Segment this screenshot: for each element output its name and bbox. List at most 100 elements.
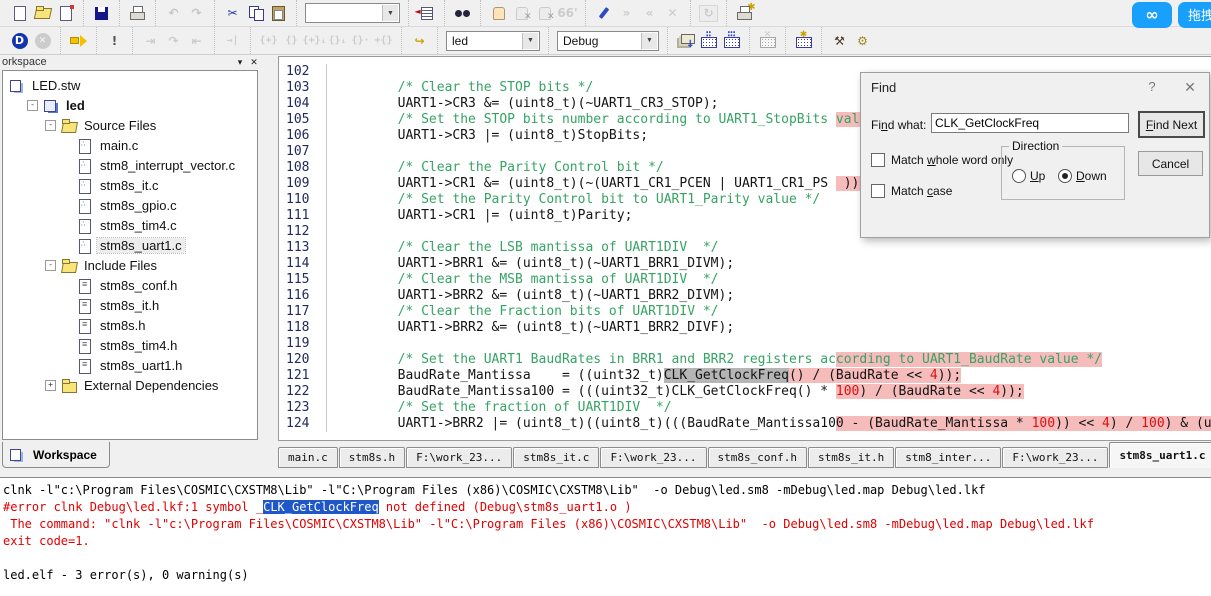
editor-tab-stm8-inter-[interactable]: stm8_inter... — [895, 447, 1002, 468]
code-line[interactable]: 115 /* Clear the MSB mantissa of UART1DI… — [279, 272, 1211, 288]
code-line[interactable]: 118 UART1->BRR2 &= (uint8_t)(~UART1_BRR2… — [279, 320, 1211, 336]
goto-line-icon[interactable] — [415, 3, 438, 24]
find-what-input[interactable] — [931, 113, 1129, 133]
compile-icon — [677, 33, 694, 50]
toolbar-group: ∶∶∶∶∶ — [667, 27, 746, 54]
tree-item-stm8-interrupt-vector-c[interactable]: stm8_interrupt_vector.c — [3, 155, 257, 175]
workspace-tab[interactable]: Workspace — [2, 442, 110, 468]
chevron-down-icon[interactable]: ▼ — [382, 5, 398, 21]
build-output-panel[interactable]: clnk -l"c:\Program Files\COSMIC\CXSTM8\L… — [0, 477, 1211, 596]
save-icon — [93, 5, 111, 21]
collapse-expander-icon[interactable]: - — [45, 259, 56, 271]
tree-item-stm8s-it-h[interactable]: stm8s_it.h — [3, 295, 257, 315]
code-line[interactable]: 123 /* Set the fraction of UART1DIV */ — [279, 400, 1211, 416]
editor-tab-stm8s-it-h[interactable]: stm8s_it.h — [808, 447, 895, 468]
code-line[interactable]: 121 BaudRate_Mantissa = ((uint32_t)CLK_G… — [279, 368, 1211, 384]
tree-item-stm8s-tim4-h[interactable]: stm8s_tim4.h — [3, 335, 257, 355]
save-icon[interactable] — [90, 3, 113, 24]
editor-tab-f-work-23-[interactable]: F:\work_23... — [406, 447, 513, 468]
open-file-icon[interactable] — [31, 3, 54, 24]
copy-icon[interactable] — [244, 3, 267, 24]
tree-item-stm8s-uart1-h[interactable]: stm8s_uart1.h — [3, 355, 257, 375]
help-icon[interactable]: ? — [1143, 79, 1161, 94]
editor-tab-stm8s-uart1-c[interactable]: stm8s_uart1.c — [1109, 442, 1211, 468]
new-file-icon — [11, 5, 29, 21]
tree-item-stm8s-it-c[interactable]: stm8s_it.c — [3, 175, 257, 195]
open-file-icon — [34, 5, 52, 21]
line-number: 108 — [286, 160, 310, 175]
restart-icon[interactable]: ! — [103, 30, 126, 51]
direction-down-option[interactable]: Down — [1058, 169, 1107, 183]
code-text: /* Clear the LSB mantissa of UART1DIV */ — [335, 240, 719, 255]
print-setup-icon[interactable]: ✱ — [733, 3, 756, 24]
tree-item-stm8s-tim4-c[interactable]: stm8s_tim4.c — [3, 215, 257, 235]
code-line[interactable]: 119 — [279, 336, 1211, 352]
match-case-checkbox[interactable] — [871, 184, 885, 198]
tree-item-stm8s-uart1-c[interactable]: stm8s_uart1.c — [3, 235, 257, 255]
link-icon[interactable]: ∞ — [1132, 1, 1172, 28]
build-icon[interactable]: ∶∶ — [697, 30, 720, 51]
editor-tab-main-c[interactable]: main.c — [278, 447, 338, 468]
project-target-combobox[interactable]: led ▼ — [446, 30, 540, 51]
rebuild-all-icon[interactable]: ∶∶∶ — [720, 30, 743, 51]
goto-pc-icon[interactable]: ↪ — [408, 30, 431, 51]
panel-menu-icon[interactable]: ▾ — [233, 57, 247, 68]
cut-icon[interactable]: ✂ — [221, 3, 244, 24]
chevron-down-icon[interactable]: ▼ — [641, 32, 657, 49]
chevron-down-icon[interactable]: ▼ — [522, 32, 538, 49]
direction-up-option[interactable]: Up — [1012, 169, 1045, 183]
code-line[interactable]: 116 UART1->BRR2 &= (uint8_t)(~UART1_BRR2… — [279, 288, 1211, 304]
continue-icon[interactable] — [67, 30, 90, 51]
find-combobox[interactable]: ▼ — [305, 3, 400, 23]
mcu-configuration-icon[interactable]: ⚙ — [851, 30, 874, 51]
editor-tab-f-work-23-[interactable]: F:\work_23... — [600, 447, 707, 468]
build-config-combobox[interactable]: Debug ▼ — [557, 30, 659, 51]
code-line[interactable]: 113 /* Clear the LSB mantissa of UART1DI… — [279, 240, 1211, 256]
debug-instrument-icon[interactable]: ⚒ — [828, 30, 851, 51]
editor-tab-f-work-23-[interactable]: F:\work_23... — [1002, 447, 1109, 468]
code-line[interactable]: 117 /* Clear the Fraction bits of UART1D… — [279, 304, 1211, 320]
code-line[interactable]: 124 UART1->BRR2 |= (uint8_t)((uint8_t)((… — [279, 416, 1211, 432]
paste-icon[interactable] — [267, 3, 290, 24]
close-icon[interactable]: ✕ — [1181, 79, 1199, 96]
browse-info-icon[interactable] — [487, 3, 510, 24]
match-whole-word-checkbox[interactable] — [871, 153, 885, 167]
print-icon[interactable] — [126, 3, 149, 24]
match-whole-word-option[interactable]: Match whole word only — [871, 153, 1013, 167]
tree-item-stm8s-h[interactable]: stm8s.h — [3, 315, 257, 335]
editor-tab-stm8s-h[interactable]: stm8s.h — [338, 447, 406, 468]
collapse-expander-icon[interactable]: - — [27, 99, 38, 111]
toggle-bookmark-icon[interactable] — [592, 3, 615, 24]
panel-close-icon[interactable]: ✕ — [247, 57, 261, 68]
compile-icon[interactable] — [674, 30, 697, 51]
direction-down-radio[interactable] — [1058, 169, 1072, 183]
editor-tab-stm8s-conf-h[interactable]: stm8s_conf.h — [707, 447, 808, 468]
code-line[interactable]: 122 BaudRate_Mantissa100 = (((uint32_t)C… — [279, 384, 1211, 400]
direction-up-radio[interactable] — [1012, 169, 1026, 183]
editor-tab-stm8s-it-c[interactable]: stm8s_it.c — [513, 447, 600, 468]
expand-expander-icon[interactable]: + — [45, 379, 56, 391]
tree-item-include-files[interactable]: - Include Files — [3, 255, 257, 275]
tree-item-led[interactable]: - led — [3, 95, 257, 115]
toolbar-group: ▼ — [296, 0, 405, 26]
code-line[interactable]: 120 /* Set the UART1 BaudRates in BRR1 a… — [279, 352, 1211, 368]
save-workspace-icon[interactable] — [54, 3, 77, 24]
tree-item-main-c[interactable]: main.c — [3, 135, 257, 155]
start-debug-icon[interactable] — [8, 30, 31, 51]
output-line: clnk -l"c:\Program Files\COSMIC\CXSTM8\L… — [3, 483, 986, 497]
tree-item-stm8s-gpio-c[interactable]: stm8s_gpio.c — [3, 195, 257, 215]
tree-item-source-files[interactable]: - Source Files — [3, 115, 257, 135]
new-file-icon[interactable] — [8, 3, 31, 24]
tree-item-stm8s-conf-h[interactable]: stm8s_conf.h — [3, 275, 257, 295]
tree-item-external-dependencies[interactable]: + External Dependencies — [3, 375, 257, 395]
code-text: /* Set the UART1 BaudRates in BRR1 and B… — [335, 352, 1103, 367]
match-case-option[interactable]: Match case — [871, 184, 952, 198]
cancel-button[interactable]: Cancel — [1138, 151, 1203, 176]
tree-item-led-stw[interactable]: LED.stw — [3, 75, 257, 95]
batch-build-icon[interactable]: ✱ — [792, 30, 815, 51]
find-next-button[interactable]: Find Next — [1138, 111, 1205, 138]
find-in-files-icon[interactable] — [451, 3, 474, 24]
code-line[interactable]: 114 UART1->BRR1 &= (uint8_t)(~UART1_BRR1… — [279, 256, 1211, 272]
drag-to-button[interactable]: 拖拽至 — [1178, 1, 1211, 28]
collapse-expander-icon[interactable]: - — [45, 119, 56, 131]
